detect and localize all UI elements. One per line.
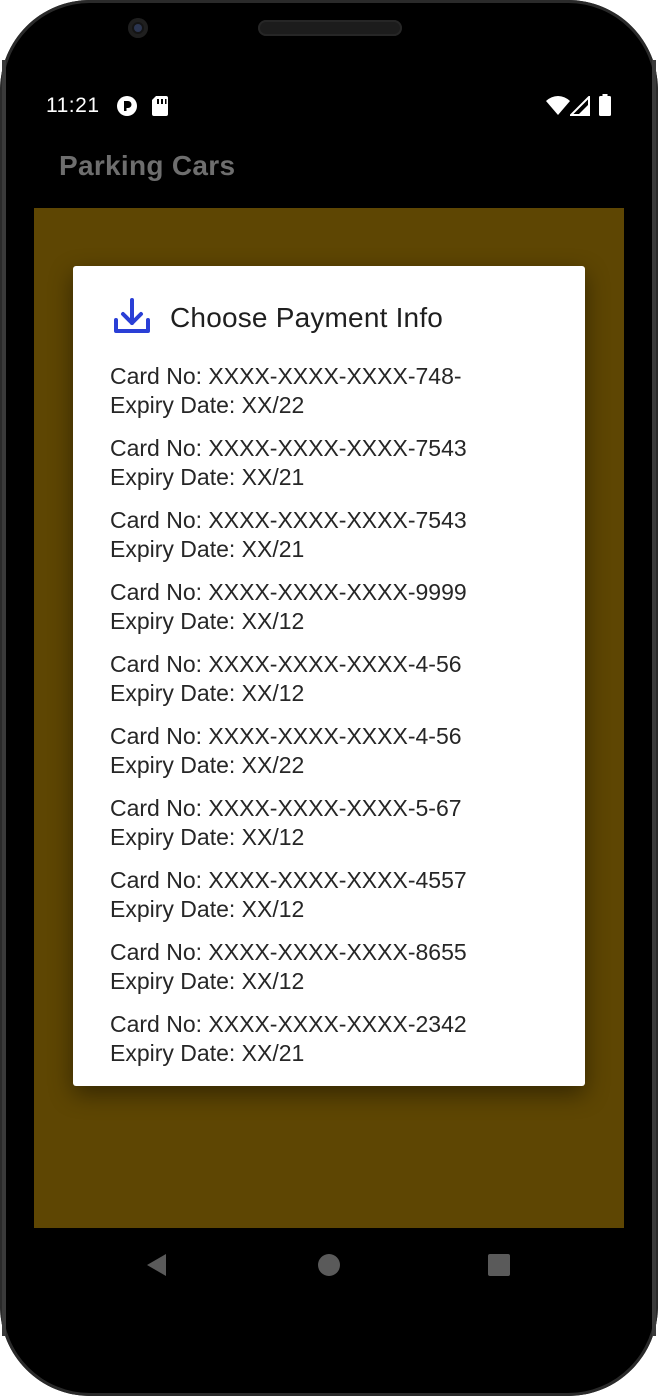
phone-edge-right <box>652 60 656 1336</box>
card-expiry: Expiry Date: XX/12 <box>110 608 305 634</box>
navigation-bar <box>34 1228 624 1300</box>
card-item[interactable]: Card No: XXXX-XXXX-XXXX-5-67 Expiry Date… <box>110 794 570 866</box>
card-item[interactable]: Card No: XXXX-XXXX-XXXX-2342 Expiry Date… <box>110 1010 570 1082</box>
card-item[interactable]: Card No: XXXX-XXXX-XXXX-7543 Expiry Date… <box>110 506 570 578</box>
wifi-icon <box>546 96 570 121</box>
status-time: 11:21 <box>46 94 100 117</box>
card-number: Card No: XXXX-XXXX-XXXX-2342 <box>110 1011 467 1037</box>
dialog-header: Choose Payment Info <box>111 296 443 340</box>
card-expiry: Expiry Date: XX/22 <box>110 392 305 418</box>
card-expiry: Expiry Date: XX/12 <box>110 968 305 994</box>
home-icon[interactable] <box>317 1252 341 1283</box>
card-number: Card No: XXXX-XXXX-XXXX-7543 <box>110 507 467 533</box>
card-number: Card No: XXXX-XXXX-XXXX-4557 <box>110 867 467 893</box>
card-list: Card No: XXXX-XXXX-XXXX-748- Expiry Date… <box>110 362 570 1082</box>
front-camera <box>128 18 148 38</box>
recents-icon[interactable] <box>487 1252 511 1283</box>
back-icon[interactable] <box>144 1252 170 1283</box>
battery-icon <box>599 94 611 121</box>
app-bar: Parking Cars <box>34 130 624 208</box>
earpiece-speaker <box>258 20 402 36</box>
card-number: Card No: XXXX-XXXX-XXXX-4-56 <box>110 651 462 677</box>
card-item[interactable]: Card No: XXXX-XXXX-XXXX-4-56 Expiry Date… <box>110 722 570 794</box>
dialog-title: Choose Payment Info <box>170 302 444 333</box>
card-expiry: Expiry Date: XX/21 <box>110 1040 305 1066</box>
card-number: Card No: XXXX-XXXX-XXXX-8655 <box>110 939 467 965</box>
card-item[interactable]: Card No: XXXX-XXXX-XXXX-9999 Expiry Date… <box>110 578 570 650</box>
card-item[interactable]: Card No: XXXX-XXXX-XXXX-7543 Expiry Date… <box>110 434 570 506</box>
card-expiry: Expiry Date: XX/21 <box>110 464 305 490</box>
card-expiry: Expiry Date: XX/22 <box>110 752 305 778</box>
card-number: Card No: XXXX-XXXX-XXXX-5-67 <box>110 795 462 821</box>
card-number: Card No: XXXX-XXXX-XXXX-748- <box>110 363 462 389</box>
status-bar: 11:21 <box>34 86 624 126</box>
card-expiry: Expiry Date: XX/12 <box>110 680 305 706</box>
card-item[interactable]: Card No: XXXX-XXXX-XXXX-4557 Expiry Date… <box>110 866 570 938</box>
app-title: Parking Cars <box>59 150 236 181</box>
card-item[interactable]: Card No: XXXX-XXXX-XXXX-8655 Expiry Date… <box>110 938 570 1010</box>
card-expiry: Expiry Date: XX/12 <box>110 824 305 850</box>
card-item[interactable]: Card No: XXXX-XXXX-XXXX-4-56 Expiry Date… <box>110 650 570 722</box>
sd-card-icon <box>151 95 169 122</box>
card-number: Card No: XXXX-XXXX-XXXX-9999 <box>110 579 467 605</box>
card-expiry: Expiry Date: XX/21 <box>110 536 305 562</box>
card-expiry: Expiry Date: XX/12 <box>110 896 305 922</box>
payment-info-dialog: Choose Payment Info Card No: XXXX-XXXX-X… <box>73 266 585 1086</box>
app-notification-icon <box>116 95 138 122</box>
card-item[interactable]: Card No: XXXX-XXXX-XXXX-748- Expiry Date… <box>110 362 570 434</box>
download-icon <box>111 295 153 342</box>
phone-edge-left <box>2 60 6 1336</box>
card-number: Card No: XXXX-XXXX-XXXX-7543 <box>110 435 467 461</box>
signal-icon <box>568 94 590 121</box>
card-number: Card No: XXXX-XXXX-XXXX-4-56 <box>110 723 462 749</box>
